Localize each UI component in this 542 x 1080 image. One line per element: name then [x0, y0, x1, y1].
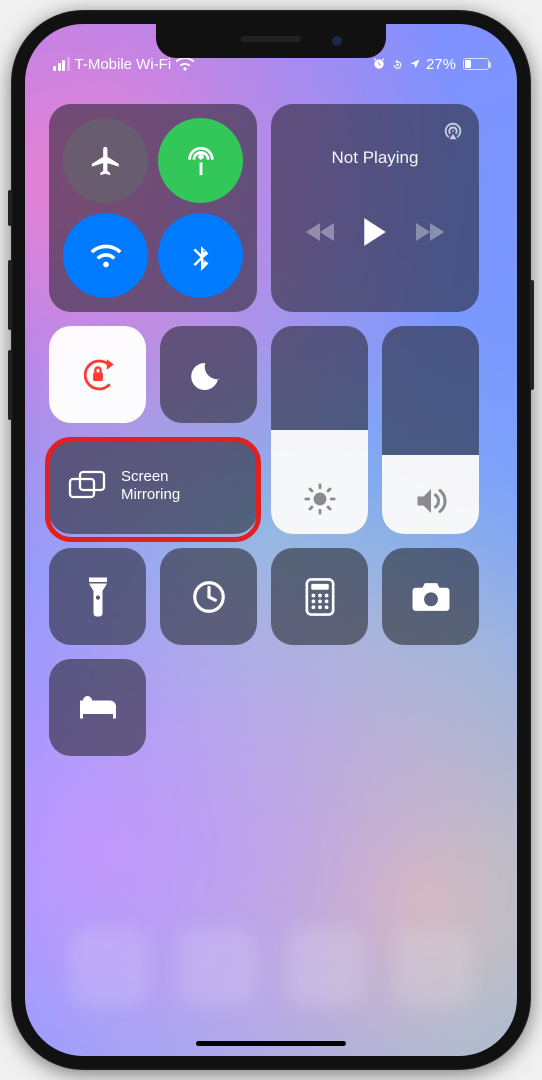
location-icon [409, 58, 421, 70]
screen-mirroring-tile[interactable]: Screen Mirroring [49, 437, 257, 534]
mute-switch [8, 190, 12, 226]
timer-button[interactable] [160, 548, 257, 645]
alarm-icon [372, 57, 386, 71]
airplane-icon [89, 144, 123, 178]
sleep-mode-button[interactable] [49, 659, 146, 756]
battery-icon [463, 58, 489, 70]
calculator-icon [305, 578, 335, 616]
home-indicator[interactable] [196, 1041, 346, 1046]
status-right: 27% [372, 44, 489, 84]
timer-icon [190, 578, 228, 616]
phone-frame: T-Mobile Wi-Fi 27% [11, 10, 531, 1070]
calculator-button[interactable] [271, 548, 368, 645]
carrier-label: T-Mobile Wi-Fi [75, 56, 172, 73]
volume-down-button [8, 350, 12, 420]
cellular-data-toggle[interactable] [158, 118, 243, 203]
power-button [530, 280, 534, 390]
flashlight-button[interactable] [49, 548, 146, 645]
airplay-icon[interactable] [441, 120, 465, 142]
now-playing-tile[interactable]: Not Playing [271, 104, 479, 312]
flashlight-icon [86, 576, 110, 618]
next-track-button[interactable] [414, 222, 444, 242]
volume-up-button [8, 260, 12, 330]
brightness-icon [303, 482, 337, 516]
control-center: Not Playing [25, 24, 517, 1056]
screen: T-Mobile Wi-Fi 27% [25, 24, 517, 1056]
bluetooth-toggle[interactable] [158, 213, 243, 298]
airplane-mode-toggle[interactable] [63, 118, 148, 203]
wifi-toggle[interactable] [63, 213, 148, 298]
orientation-lock-icon [77, 354, 119, 396]
orientation-lock-toggle[interactable] [49, 326, 146, 423]
antenna-icon [184, 144, 218, 178]
previous-track-button[interactable] [306, 222, 336, 242]
dock-blur [25, 906, 517, 1056]
media-title: Not Playing [285, 148, 465, 168]
wifi-icon [176, 58, 194, 71]
brightness-slider[interactable] [271, 326, 368, 534]
cellular-signal-icon [53, 57, 70, 71]
camera-icon [411, 581, 451, 613]
camera-button[interactable] [382, 548, 479, 645]
moon-icon [191, 357, 227, 393]
battery-percent-label: 27% [426, 56, 456, 73]
bed-icon [77, 693, 119, 723]
do-not-disturb-toggle[interactable] [160, 326, 257, 423]
play-button[interactable] [362, 217, 388, 247]
orientation-lock-status-icon [391, 58, 404, 71]
volume-slider[interactable] [382, 326, 479, 534]
volume-icon [413, 486, 449, 516]
notch [156, 24, 386, 58]
bluetooth-icon [186, 239, 216, 273]
connectivity-group[interactable] [49, 104, 257, 312]
screen-mirroring-icon [67, 470, 107, 502]
wifi-icon [89, 239, 123, 273]
screen-mirroring-label: Screen Mirroring [121, 468, 180, 504]
